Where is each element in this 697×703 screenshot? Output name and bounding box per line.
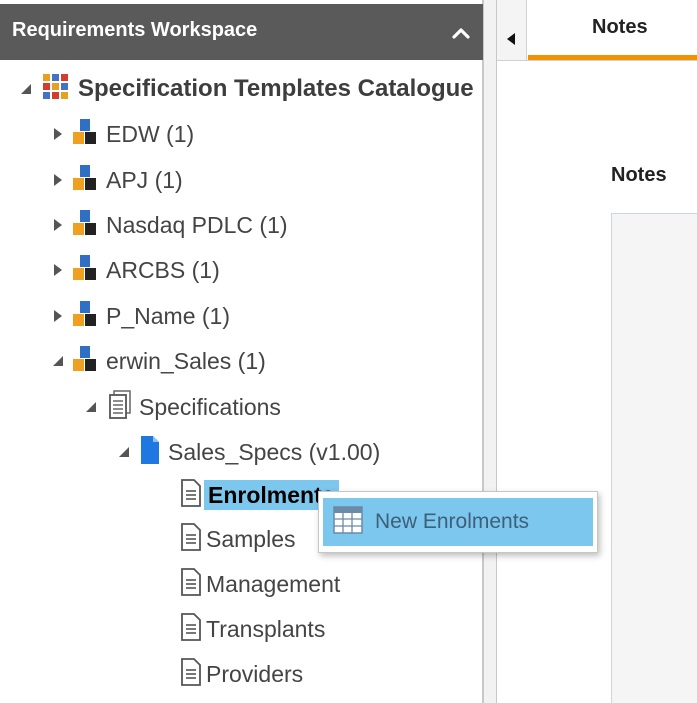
project-icon [72,209,98,242]
tree-node-project[interactable]: EDW (1) [50,114,194,154]
tree-node-section[interactable]: Samples [180,519,295,559]
tree-node-label: Specification Templates Catalogue [78,75,474,102]
tree-node-label: Sales_Specs (v1.00) [168,438,381,465]
chevron-up-icon[interactable] [448,20,474,46]
collapsed-triangle-icon[interactable] [50,172,66,188]
expanded-triangle-icon[interactable] [83,399,99,415]
tree-node-project[interactable]: erwin_Sales (1) [50,341,266,381]
tree-node-label: Nasdaq PDLC (1) [106,211,288,238]
context-menu-item-label: New Enrolments [375,510,530,533]
document-icon [180,522,202,556]
tree-node-project[interactable]: P_Name (1) [50,296,230,336]
caret-left-icon[interactable] [497,0,527,60]
collapsed-triangle-icon[interactable] [50,126,66,142]
workspace-title: Requirements Workspace [12,19,258,41]
document-icon [180,478,202,512]
document-icon [180,612,202,646]
collapsed-triangle-icon[interactable] [50,308,66,324]
collapsed-triangle-icon[interactable] [50,217,66,233]
spec-document-icon [140,435,160,470]
notes-field-label: Notes [611,164,667,186]
tree-node-label: ARCBS (1) [106,256,220,283]
tree-node-spec[interactable]: Sales_Specs (v1.00) [116,432,380,472]
expanded-triangle-icon[interactable] [50,353,66,369]
tree-node-label: EDW (1) [106,120,195,147]
tree-node-project[interactable]: Nasdaq PDLC (1) [50,205,288,245]
document-icon [180,567,202,601]
tree-node-specifications[interactable]: Specifications [83,387,281,427]
tree-node-project[interactable]: APJ (1) [50,160,183,200]
tree-node-label: Providers [206,660,304,687]
catalogue-grid-icon [42,73,70,106]
tree-node-project[interactable]: ARCBS (1) [50,250,220,290]
tree-node-section[interactable]: Transplants [180,609,325,649]
requirements-workspace-panel: Requirements Workspace Specification Tem… [0,0,483,703]
context-menu-new-enrolments[interactable]: New Enrolments [323,498,593,546]
tree-node-label: erwin_Sales (1) [106,347,266,374]
project-icon [72,345,98,378]
tree-node-label: Management [206,570,341,597]
tree-node-label: Transplants [206,615,326,642]
notes-pane: Notes Notes [497,0,697,703]
notes-textarea[interactable] [611,213,697,703]
tab-notes[interactable]: Notes [528,0,697,60]
project-icon [72,164,98,197]
tree-node-catalogue[interactable]: Specification Templates Catalogue [18,69,474,109]
specifications-icon [109,389,131,425]
table-icon [333,505,363,539]
tree-node-label: APJ (1) [106,166,183,193]
project-icon [72,118,98,151]
workspace-header: Requirements Workspace [0,4,483,60]
expanded-triangle-icon[interactable] [116,444,132,460]
tree-node-section[interactable]: Providers [180,654,303,694]
tree-node-section-enrolments[interactable]: Enrolments [180,475,339,515]
project-icon [72,300,98,333]
tab-divider [497,60,697,61]
tree-node-label: Samples [206,525,296,552]
tree-node-label: P_Name (1) [106,302,230,329]
expanded-triangle-icon[interactable] [18,81,34,97]
document-icon [180,657,202,691]
context-menu: New Enrolments [318,491,598,553]
collapsed-triangle-icon[interactable] [50,262,66,278]
workspace-scrollbar[interactable] [483,0,497,703]
tab-notes-label: Notes [592,16,648,38]
tree-node-section[interactable]: Management [180,564,340,604]
tree-node-label: Specifications [139,393,281,420]
project-icon [72,254,98,287]
